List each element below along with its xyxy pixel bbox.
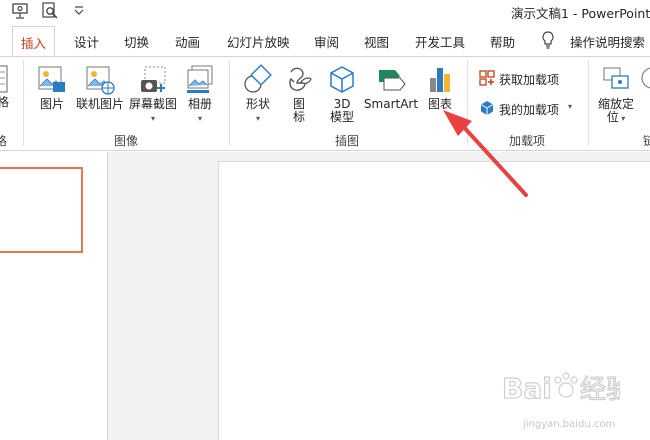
- baidu-watermark: Bai 经验: [500, 368, 632, 411]
- annotation-arrow-shaft: [458, 121, 528, 197]
- watermark-url: jingyan.baidu.com: [523, 419, 616, 430]
- svg-text:Bai: Bai: [502, 372, 552, 405]
- svg-text:经验: 经验: [580, 375, 620, 405]
